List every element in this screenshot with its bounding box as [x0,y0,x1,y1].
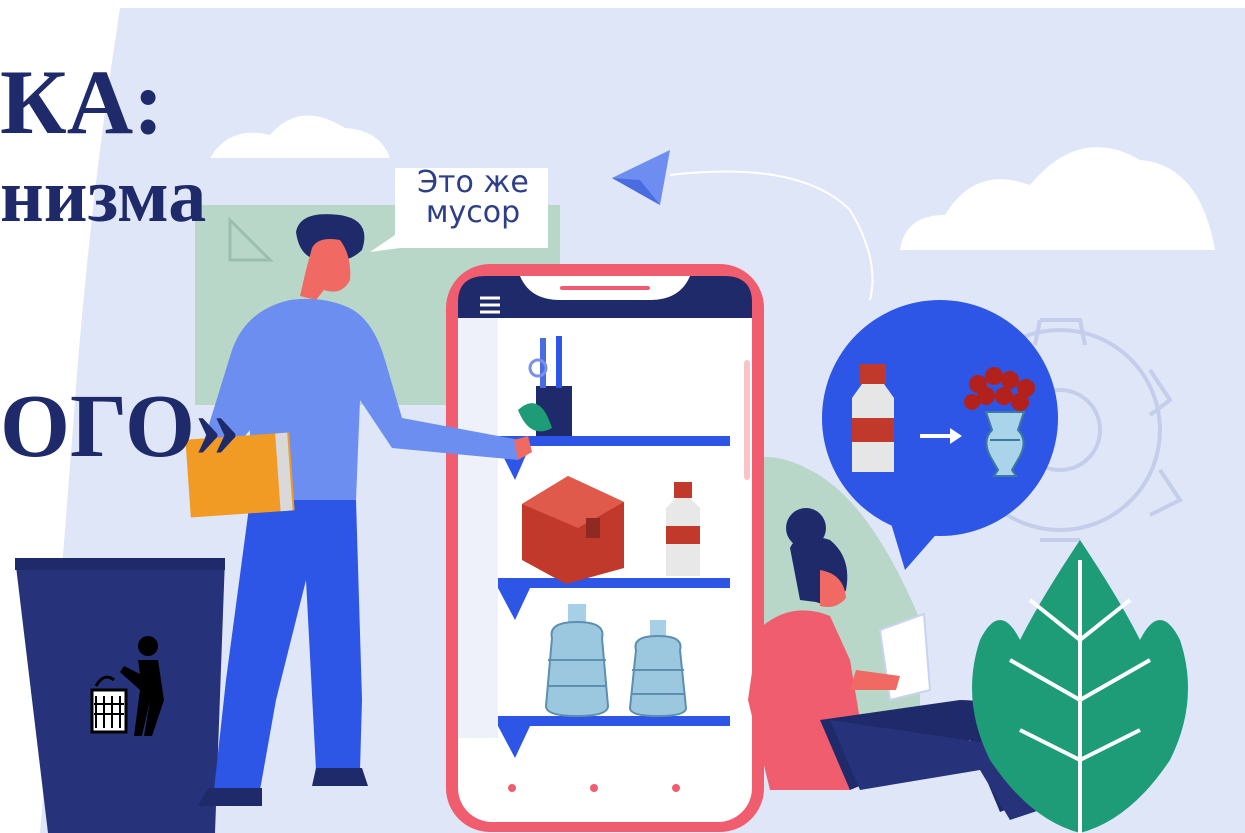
speech-line-1: Это же [417,165,529,200]
speech-line-2: мусор [425,195,521,230]
side-button [744,360,750,480]
title-line-3: ОГО» [0,377,241,476]
title-line-1: КА: [0,51,164,153]
title-line-2: низма [0,154,207,238]
smartphone [446,264,764,832]
speech-bubble-text: Это же мусор [398,168,548,248]
